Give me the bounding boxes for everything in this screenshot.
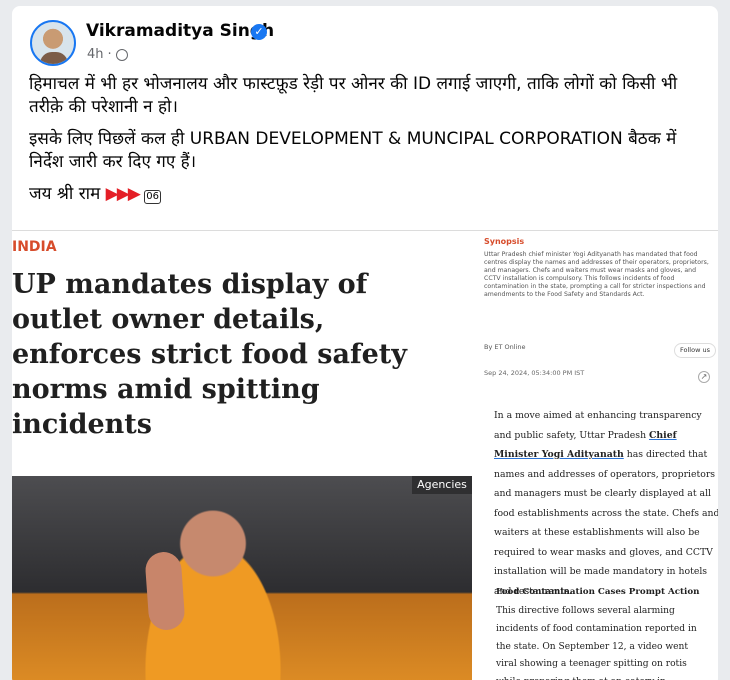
globe-icon bbox=[115, 48, 128, 61]
photo-hand-shape bbox=[144, 550, 186, 632]
flag-emojis: ▶▶▶ bbox=[105, 184, 141, 204]
article-byline: By ET Online bbox=[484, 343, 526, 351]
photo-credit: Agencies bbox=[412, 476, 472, 494]
synopsis-text: Uttar Pradesh chief minister Yogi Aditya… bbox=[484, 251, 709, 298]
article-section: INDIA bbox=[12, 239, 57, 255]
article-right-column: Synopsis Uttar Pradesh chief minister Yo… bbox=[474, 231, 718, 680]
article-subheading: Food Contamination Cases Prompt Action bbox=[496, 587, 700, 597]
post-timestamp-row[interactable]: 4h · bbox=[87, 47, 128, 62]
article-body-paragraph-1: In a move aimed at enhancing transparenc… bbox=[494, 406, 718, 601]
share-icon[interactable]: ↗ bbox=[698, 371, 710, 383]
post-timestamp[interactable]: 4h bbox=[87, 47, 104, 62]
follow-us-button[interactable]: Follow us bbox=[674, 343, 716, 358]
author-avatar[interactable] bbox=[30, 20, 76, 66]
article-date: Sep 24, 2024, 05:34:00 PM IST bbox=[484, 369, 585, 377]
slogan-text: जय श्री राम bbox=[29, 184, 101, 204]
article-left-column: INDIA UP mandates display of outlet owne… bbox=[12, 231, 474, 680]
post-text: हिमाचल में भी हर भोजनालय और फास्टफ़ूड रे… bbox=[29, 73, 699, 215]
article-photo: Agencies bbox=[12, 476, 472, 680]
facebook-post-card: Vikramaditya Singh ✓ 4h · हिमाचल में भी … bbox=[12, 6, 718, 680]
post-paragraph-3: जय श्री राम ▶▶▶ 06 bbox=[29, 183, 699, 206]
photo-person-shape bbox=[108, 476, 318, 680]
verified-badge-icon: ✓ bbox=[251, 24, 267, 40]
author-name[interactable]: Vikramaditya Singh bbox=[86, 21, 274, 41]
post-paragraph-2: इसके लिए पिछलें कल ही URBAN DEVELOPMENT … bbox=[29, 129, 677, 172]
article-headline: UP mandates display of outlet owner deta… bbox=[12, 269, 407, 440]
separator-dot: · bbox=[107, 47, 112, 62]
number-tag: 06 bbox=[144, 190, 162, 204]
post-paragraph-1: हिमाचल में भी हर भोजनालय और फास्टफ़ूड रे… bbox=[29, 74, 678, 117]
synopsis-title: Synopsis bbox=[484, 237, 525, 246]
shared-article-image[interactable]: INDIA UP mandates display of outlet owne… bbox=[12, 230, 718, 680]
article-body-paragraph-2: This directive follows several alarming … bbox=[496, 606, 697, 680]
body-suffix: has directed that names and addresses of… bbox=[494, 449, 718, 597]
